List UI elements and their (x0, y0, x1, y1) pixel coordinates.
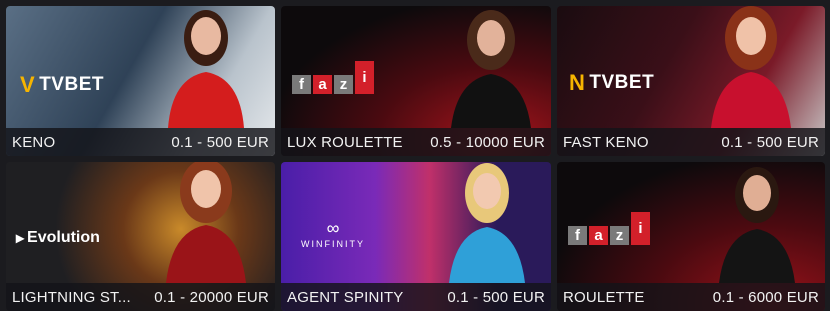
game-card-roulette[interactable]: f a z i ROULETTE 0.1 - 6000 EUR (557, 162, 825, 311)
card-caption: FAST KENO 0.1 - 500 EUR (557, 128, 825, 156)
winfinity-logo-icon: ∞ WINFINITY (301, 218, 365, 249)
bet-limits: 0.1 - 6000 EUR (712, 288, 819, 306)
dealer-image (719, 167, 795, 283)
dealer-image (166, 162, 246, 283)
bet-limits: 0.1 - 500 EUR (171, 133, 269, 151)
bet-limits: 0.5 - 10000 EUR (430, 133, 545, 151)
game-card-keno[interactable]: V TVBET KENO 0.1 - 500 EUR (6, 6, 275, 156)
game-name: FAST KENO (563, 133, 649, 151)
dealer-image (451, 10, 531, 128)
tvbet-logo-icon: V TVBET (20, 72, 104, 97)
card-caption: AGENT SPINITY 0.1 - 500 EUR (281, 283, 551, 311)
dealer-image (449, 163, 525, 283)
game-name: ROULETTE (563, 288, 645, 306)
dealer-image (711, 6, 791, 128)
card-caption: KENO 0.1 - 500 EUR (6, 128, 275, 156)
card-caption: LUX ROULETTE 0.5 - 10000 EUR (281, 128, 551, 156)
card-caption: ROULETTE 0.1 - 6000 EUR (557, 283, 825, 311)
fazi-logo-icon: f a z i (568, 212, 650, 245)
bet-limits: 0.1 - 20000 EUR (154, 288, 269, 306)
card-caption: LIGHTNING ST... 0.1 - 20000 EUR (6, 283, 275, 311)
fazi-logo-icon: f a z i (292, 61, 374, 94)
game-name: LUX ROULETTE (287, 133, 403, 151)
bet-limits: 0.1 - 500 EUR (447, 288, 545, 306)
game-name: LIGHTNING ST... (12, 288, 131, 306)
game-card-agent-spinity[interactable]: ∞ WINFINITY AGENT SPINITY 0.1 - 500 EUR (281, 162, 551, 311)
game-name: KENO (12, 133, 56, 151)
dealer-image (168, 10, 244, 128)
game-grid: V TVBET KENO 0.1 - 500 EUR f a z i LUX RO… (0, 0, 830, 311)
tvbet-logo-icon: N TVBET (569, 70, 655, 95)
evolution-logo-icon: ▸ Evolution (16, 229, 100, 247)
bet-limits: 0.1 - 500 EUR (721, 133, 819, 151)
game-card-fast-keno[interactable]: N TVBET FAST KENO 0.1 - 500 EUR (557, 6, 825, 156)
game-card-lightning-storm[interactable]: ▸ Evolution LIGHTNING ST... 0.1 - 20000 E… (6, 162, 275, 311)
game-name: AGENT SPINITY (287, 288, 404, 306)
game-card-lux-roulette[interactable]: f a z i LUX ROULETTE 0.5 - 10000 EUR (281, 6, 551, 156)
